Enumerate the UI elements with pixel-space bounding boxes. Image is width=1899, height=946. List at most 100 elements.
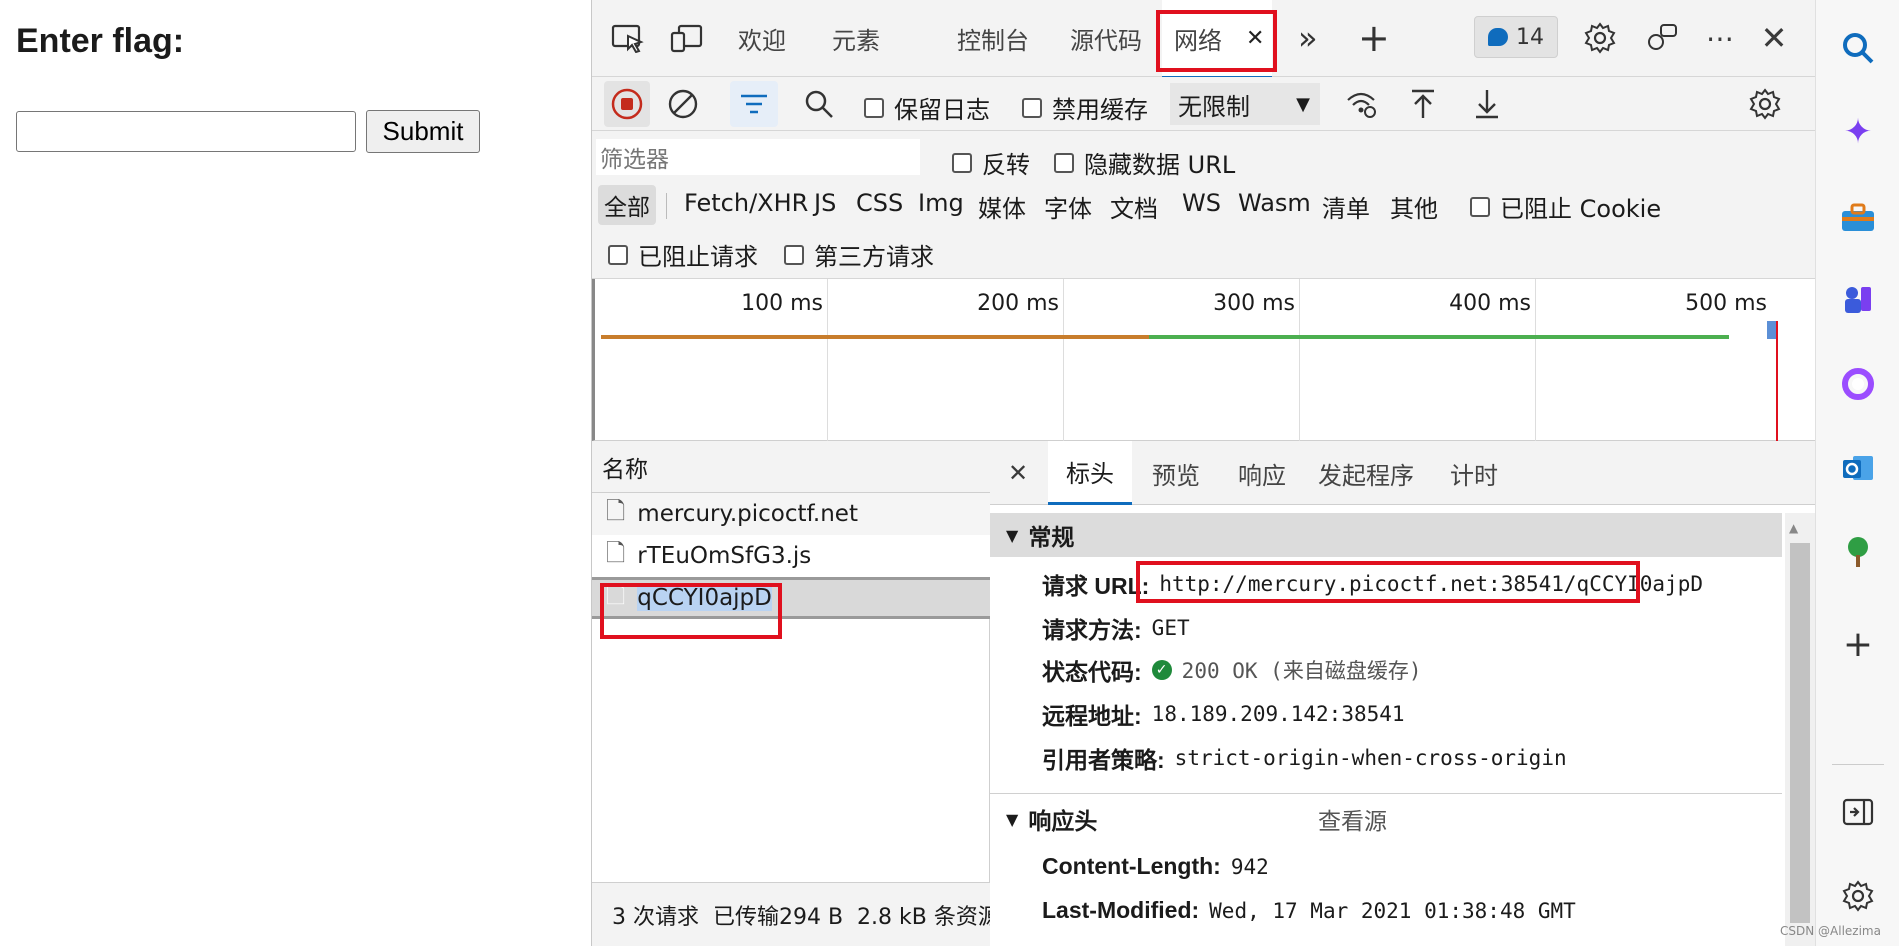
general-section-header[interactable]: ▼ 常规 (990, 513, 1782, 557)
clear-icon[interactable] (662, 83, 704, 125)
last-modified-value[interactable]: Wed, 17 Mar 2021 01:38:48 GMT (1209, 899, 1576, 923)
blocked-cookies-option[interactable]: 已阻止 Cookie (1470, 189, 1661, 224)
tree-drop-icon[interactable] (1816, 524, 1899, 580)
timeline-gridline (1299, 279, 1300, 441)
view-source-link[interactable]: 查看源 (1318, 802, 1387, 836)
record-stop-icon[interactable] (604, 81, 650, 127)
filter-icon[interactable] (730, 81, 778, 127)
preserve-log-checkbox[interactable] (864, 97, 884, 118)
add-sidebar-app-icon[interactable]: + (1816, 616, 1899, 672)
detail-tab-response[interactable]: 响应 (1226, 441, 1298, 505)
hide-sidebar-icon[interactable] (1816, 784, 1899, 840)
type-filter-manifest[interactable]: 清单 (1322, 189, 1370, 224)
network-toolbar: 保留日志 禁用缓存 无限制 ▼ (592, 77, 1815, 131)
detail-tab-timing[interactable]: 计时 (1438, 441, 1510, 505)
type-filter-js[interactable]: JS (814, 189, 836, 217)
inspect-element-icon[interactable] (608, 18, 648, 58)
export-har-icon[interactable] (1466, 83, 1508, 125)
third-party-checkbox[interactable] (784, 244, 804, 265)
type-filter-all[interactable]: 全部 (598, 185, 656, 225)
blocked-cookies-label: 已阻止 Cookie (1500, 195, 1662, 223)
type-filter-font[interactable]: 字体 (1044, 189, 1092, 224)
type-filter-img[interactable]: Img (918, 189, 964, 217)
expand-triangle-icon: ▼ (1006, 809, 1019, 829)
detail-tab-initiator[interactable]: 发起程序 (1310, 441, 1422, 505)
type-filter-media[interactable]: 媒体 (978, 189, 1026, 224)
timeline-gridline (1063, 279, 1064, 441)
third-party-option[interactable]: 第三方请求 (784, 237, 934, 272)
request-list-header[interactable]: 名称 (592, 441, 990, 493)
type-filter-ws[interactable]: WS (1182, 189, 1221, 217)
games-icon[interactable] (1816, 270, 1899, 326)
import-har-icon[interactable] (1402, 83, 1444, 125)
hide-data-urls-checkbox[interactable] (1054, 152, 1074, 173)
type-filter-fetch-xhr[interactable]: Fetch/XHR (684, 189, 808, 217)
status-ok-icon: ✓ (1151, 660, 1172, 680)
blocked-requests-checkbox[interactable] (608, 244, 628, 265)
preserve-log-option[interactable]: 保留日志 (864, 90, 990, 125)
timeline-gridline (827, 279, 828, 441)
remote-address-row: 远程地址: 18.189.209.142:38541 (1042, 697, 1405, 731)
outlook-icon[interactable] (1816, 440, 1899, 496)
invert-checkbox[interactable] (952, 152, 972, 173)
copilot-sparkle-icon[interactable]: ✦ (1816, 104, 1899, 160)
network-settings-icon[interactable] (1744, 83, 1786, 125)
flag-input[interactable] (16, 111, 356, 152)
network-conditions-icon[interactable] (1340, 83, 1382, 125)
detail-scrollbar[interactable]: ▲ (1785, 513, 1815, 946)
filter-input[interactable]: 筛选器 (596, 139, 920, 175)
hide-data-urls-option[interactable]: 隐藏数据 URL (1054, 145, 1235, 180)
type-filter-css[interactable]: CSS (856, 189, 903, 217)
request-list: 名称 🗋 mercury.picoctf.net 🗋 rTEuOmSfG3.js… (592, 441, 990, 946)
blocked-cookies-checkbox[interactable] (1470, 196, 1490, 217)
close-devtools-icon[interactable]: ✕ (1754, 18, 1794, 58)
search-icon[interactable] (1816, 20, 1899, 76)
request-row[interactable]: 🗋 mercury.picoctf.net (592, 493, 990, 535)
request-method-row: 请求方法: GET (1042, 611, 1190, 645)
request-row[interactable]: 🗋 rTEuOmSfG3.js (592, 535, 990, 577)
web-page: Enter flag: Submit (0, 0, 592, 946)
scrollbar-thumb[interactable] (1790, 543, 1810, 923)
request-summary: 3 次请求 已传输294 B 2.8 kB 条资源 (612, 904, 990, 930)
type-filter-doc[interactable]: 文档 (1110, 189, 1158, 224)
tab-sources[interactable]: 源代码 (1070, 0, 1142, 76)
disable-cache-option[interactable]: 禁用缓存 (1022, 90, 1148, 125)
settings-icon[interactable] (1580, 18, 1620, 58)
microsoft-365-icon[interactable] (1816, 356, 1899, 412)
tools-briefcase-icon[interactable] (1816, 190, 1899, 246)
close-detail-icon[interactable]: ✕ (1000, 455, 1036, 491)
sidebar-settings-icon[interactable] (1816, 868, 1899, 924)
invert-option[interactable]: 反转 (952, 145, 1030, 180)
more-tabs-icon[interactable]: » (1298, 0, 1318, 76)
search-icon[interactable] (798, 83, 840, 125)
detail-tab-headers[interactable]: 标头 (1048, 441, 1132, 505)
submit-button[interactable]: Submit (366, 110, 480, 153)
issues-badge[interactable]: 14 (1474, 16, 1558, 58)
type-filter-other[interactable]: 其他 (1390, 189, 1438, 224)
throttling-select[interactable]: 无限制 ▼ (1170, 83, 1320, 125)
add-tab-icon[interactable]: + (1358, 0, 1390, 76)
content-length-value[interactable]: 942 (1231, 855, 1269, 879)
status-code-value[interactable]: 200 OK (来自磁盘缓存) (1182, 655, 1422, 685)
referrer-policy-value[interactable]: strict-origin-when-cross-origin (1175, 746, 1567, 770)
tab-elements[interactable]: 元素 (832, 0, 880, 76)
tab-console[interactable]: 控制台 (957, 0, 1029, 76)
feedback-icon[interactable] (1642, 18, 1682, 58)
device-emulation-icon[interactable] (666, 18, 706, 58)
more-options-icon[interactable]: ⋯ (1700, 18, 1740, 58)
issues-count: 14 (1516, 24, 1544, 50)
detail-tab-bar: ✕ 标头 预览 响应 发起程序 计时 (990, 441, 1815, 505)
scroll-up-icon[interactable]: ▲ (1789, 521, 1798, 535)
general-title: 常规 (1028, 525, 1075, 551)
disable-cache-checkbox[interactable] (1022, 97, 1042, 118)
remote-address-value[interactable]: 18.189.209.142:38541 (1152, 702, 1405, 726)
blocked-requests-option[interactable]: 已阻止请求 (608, 237, 758, 272)
request-method-value[interactable]: GET (1152, 616, 1190, 640)
last-modified-label: Last-Modified: (1042, 897, 1200, 923)
request-name: mercury.picoctf.net (637, 501, 858, 527)
tab-welcome[interactable]: 欢迎 (738, 0, 786, 76)
type-filter-wasm[interactable]: Wasm (1238, 189, 1311, 217)
detail-tab-preview[interactable]: 预览 (1140, 441, 1212, 505)
timeline-overview[interactable]: 100 ms 200 ms 300 ms 400 ms 500 ms (592, 279, 1815, 441)
response-headers-section-header[interactable]: ▼ 响应头 查看源 (990, 797, 1782, 841)
